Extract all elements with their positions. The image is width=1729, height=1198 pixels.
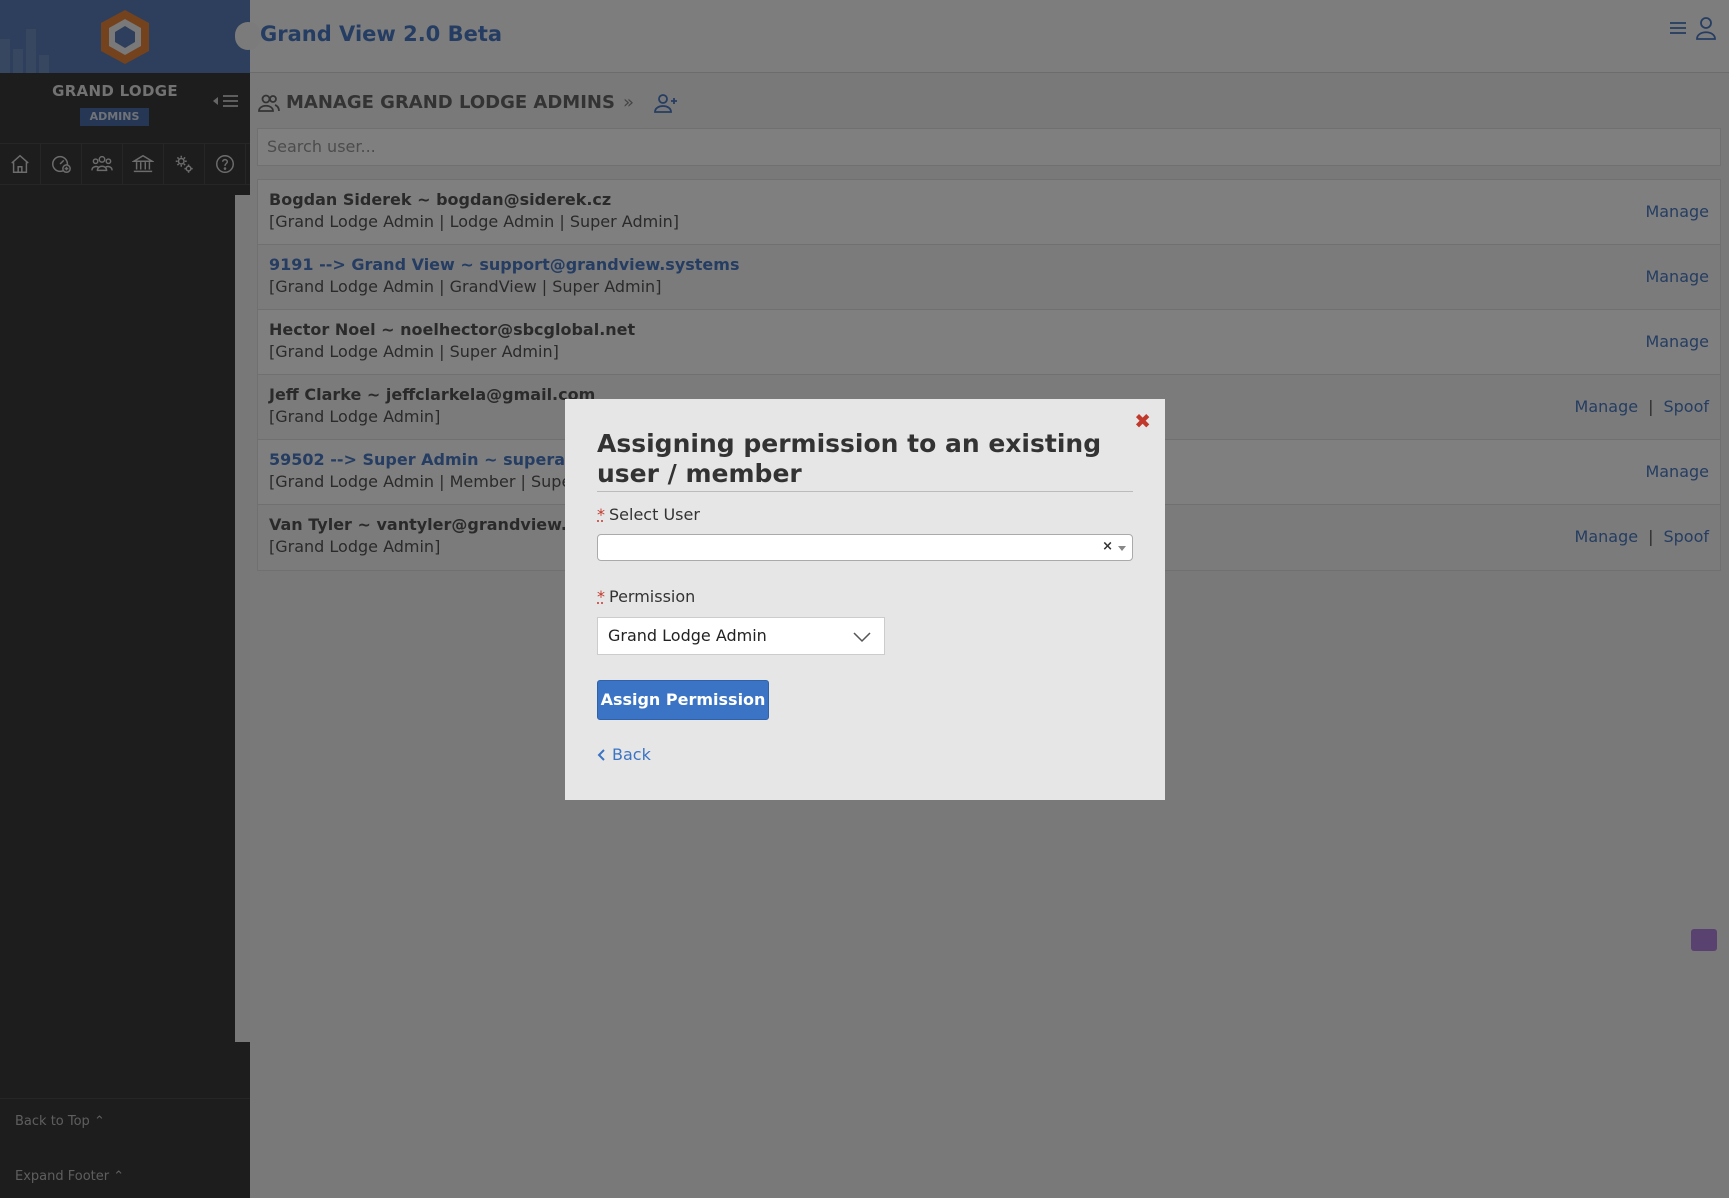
chevron-left-icon xyxy=(597,748,605,761)
assign-permission-modal: ✖ Assigning permission to an existing us… xyxy=(565,399,1165,800)
permission-label: * Permission xyxy=(597,587,696,606)
assign-permission-button[interactable]: Assign Permission xyxy=(597,680,769,720)
back-link[interactable]: Back xyxy=(597,745,651,764)
select-user-label: * Select User xyxy=(597,505,700,524)
close-icon[interactable]: ✖ xyxy=(1134,409,1151,433)
permission-select[interactable]: Grand Lodge Admin xyxy=(597,617,885,655)
permission-value: Grand Lodge Admin xyxy=(608,626,767,645)
select-user-dropdown[interactable]: × xyxy=(597,534,1133,561)
clear-selection-icon[interactable]: × xyxy=(1102,539,1113,554)
required-marker: * xyxy=(597,505,605,524)
required-marker: * xyxy=(597,587,605,606)
chevron-down-icon xyxy=(853,632,871,643)
dropdown-arrow-icon[interactable] xyxy=(1118,546,1126,551)
modal-title: Assigning permission to an existing user… xyxy=(597,429,1133,492)
